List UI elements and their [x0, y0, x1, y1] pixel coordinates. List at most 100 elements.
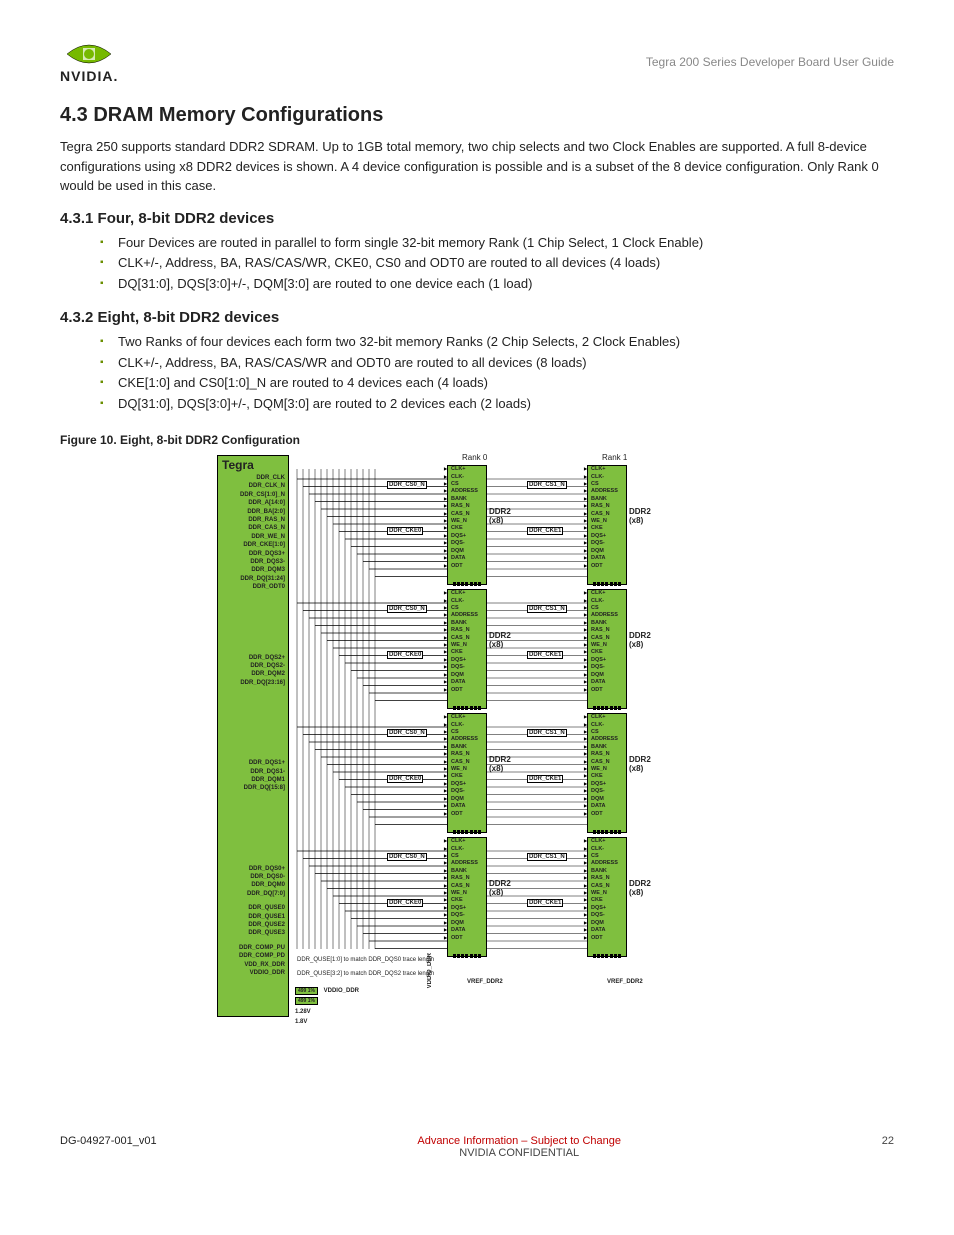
tegra-pin: DDR_WE_N	[218, 533, 288, 541]
tegra-pin: DDR_QUSE1	[218, 913, 288, 921]
ddr2-chip: CLK+CLK-CSADDRESSBANKRAS_NCAS_NWE_NCKEDQ…	[587, 837, 627, 957]
page-header: NVIDIA. Tegra 200 Series Developer Board…	[60, 40, 894, 84]
chip-pin: CKE	[588, 649, 626, 656]
chip-pin: CS	[588, 853, 626, 860]
chip-pin: ADDRESS	[588, 736, 626, 743]
chip-pin: CLK+	[448, 838, 486, 845]
sig-cke0: DDR_CKE0	[387, 775, 423, 783]
tegra-pin: DDR_DQ[31:24]	[218, 575, 288, 583]
chip-pin: DQS+	[448, 781, 486, 788]
chip-pin: DQS-	[448, 788, 486, 795]
chip-pin: CLK+	[448, 714, 486, 721]
list-item: DQ[31:0], DQS[3:0]+/-, DQM[3:0] are rout…	[100, 274, 894, 295]
chip-pin: BANK	[448, 496, 486, 503]
tegra-pin: DDR_DQS3-	[218, 558, 288, 566]
chip-pin: ADDRESS	[588, 860, 626, 867]
tegra-pin: DDR_CS[1:0]_N	[218, 491, 288, 499]
footer-confidential: NVIDIA CONFIDENTIAL	[459, 1147, 579, 1159]
chip-pin: ODT	[588, 935, 626, 942]
wires	[287, 469, 737, 1029]
chip-pin: CS	[448, 605, 486, 612]
chip-label: DDR2(x8)	[489, 755, 519, 773]
sub1-title: 4.3.1 Four, 8-bit DDR2 devices	[60, 210, 894, 227]
tegra-pin: DDR_COMP_PU	[218, 944, 288, 952]
chip-pin: WE_N	[588, 642, 626, 649]
chip-pin: CLK+	[448, 590, 486, 597]
chip-pin: BANK	[448, 744, 486, 751]
chip-pin: BANK	[448, 620, 486, 627]
chip-pin: WE_N	[588, 890, 626, 897]
chip-pin: ADDRESS	[588, 612, 626, 619]
chip-pin: DQS+	[588, 905, 626, 912]
chip-pin: DQS+	[448, 657, 486, 664]
chip-pin: DQM	[588, 672, 626, 679]
chip-pin: BANK	[448, 868, 486, 875]
sig-cke1: DDR_CKE1	[527, 775, 563, 783]
list-item: DQ[31:0], DQS[3:0]+/-, DQM[3:0] are rout…	[100, 394, 894, 415]
tegra-pin: DDR_QUSE3	[218, 929, 288, 937]
nvidia-logo: NVIDIA.	[60, 40, 118, 84]
ddr2-chip: CLK+CLK-CSADDRESSBANKRAS_NCAS_NWE_NCKEDQ…	[587, 589, 627, 709]
chip-pin: ADDRESS	[448, 860, 486, 867]
chip-pin: WE_N	[588, 766, 626, 773]
sub2-list: Two Ranks of four devices each form two …	[60, 332, 894, 415]
tegra-pin: DDR_DQS0-	[218, 873, 288, 881]
list-item: Four Devices are routed in parallel to f…	[100, 233, 894, 254]
v128: 1.28V	[295, 1009, 311, 1015]
vref-label: VREF_DDR2	[467, 979, 503, 985]
chip-pin: WE_N	[448, 642, 486, 649]
chip-pin: CKE	[588, 773, 626, 780]
chip-pin: CAS_N	[448, 883, 486, 890]
ddr2-chip: CLK+CLK-CSADDRESSBANKRAS_NCAS_NWE_NCKEDQ…	[447, 837, 487, 957]
sig-cs0: DDR_CS0_N	[387, 605, 427, 613]
chip-pin: DQS-	[448, 912, 486, 919]
tegra-pin: DDR_DQS1+	[218, 759, 288, 767]
sig-cke0: DDR_CKE0	[387, 651, 423, 659]
chip-pin: DQM	[588, 548, 626, 555]
tegra-pin: DDR_QUSE2	[218, 921, 288, 929]
page-footer: DG-04927-001_v01 Advance Information – S…	[60, 1135, 894, 1159]
chip-pin: CAS_N	[588, 883, 626, 890]
chip-label: DDR2(x8)	[489, 879, 519, 897]
chip-label: DDR2(x8)	[629, 631, 659, 649]
chip-pin: CLK-	[448, 474, 486, 481]
chip-pin: CLK+	[588, 466, 626, 473]
trace-note-0: DDR_QUSE[1:0] to match DDR_DQS0 trace le…	[297, 957, 434, 963]
list-item: CLK+/-, Address, BA, RAS/CAS/WR, CKE0, C…	[100, 253, 894, 274]
chip-pin: CKE	[448, 773, 486, 780]
chip-pin: DATA	[588, 803, 626, 810]
ddr2-chip: CLK+CLK-CSADDRESSBANKRAS_NCAS_NWE_NCKEDQ…	[447, 713, 487, 833]
chip-pin: WE_N	[448, 518, 486, 525]
sig-cs1: DDR_CS1_N	[527, 605, 567, 613]
chip-pin: ODT	[448, 563, 486, 570]
list-item: Two Ranks of four devices each form two …	[100, 332, 894, 353]
chip-pin: DATA	[588, 679, 626, 686]
resistor: 499 1%	[295, 987, 318, 995]
chip-pin: DQM	[448, 672, 486, 679]
chip-pin: CS	[588, 729, 626, 736]
chip-pin: DQM	[448, 920, 486, 927]
chip-label: DDR2(x8)	[489, 631, 519, 649]
list-item: CLK+/-, Address, BA, RAS/CAS/WR and ODT0…	[100, 353, 894, 374]
chip-pin: ODT	[588, 811, 626, 818]
chip-pin: RAS_N	[448, 627, 486, 634]
vddio-label: VDDIO_DDR	[324, 988, 359, 994]
chip-pin: CKE	[448, 649, 486, 656]
tegra-pin: DDR_CKE[1:0]	[218, 541, 288, 549]
chip-pin: DATA	[448, 679, 486, 686]
ddr2-chip: CLK+CLK-CSADDRESSBANKRAS_NCAS_NWE_NCKEDQ…	[587, 465, 627, 585]
chip-pin: ADDRESS	[448, 736, 486, 743]
chip-pin: DQM	[588, 920, 626, 927]
chip-pin: DQM	[448, 796, 486, 803]
chip-pin: CLK-	[448, 598, 486, 605]
chip-pin: ADDRESS	[448, 612, 486, 619]
chip-pin: DQS+	[448, 905, 486, 912]
chip-pin: CKE	[588, 525, 626, 532]
chip-pin: RAS_N	[588, 875, 626, 882]
tegra-pin: DDR_RAS_N	[218, 516, 288, 524]
tegra-pin: DDR_A[14:0]	[218, 499, 288, 507]
figure-caption: Figure 10. Eight, 8-bit DDR2 Configurati…	[60, 433, 894, 447]
chip-pin: DQS-	[448, 664, 486, 671]
chip-pin: ODT	[448, 935, 486, 942]
tegra-pin: DDR_DQS1-	[218, 768, 288, 776]
